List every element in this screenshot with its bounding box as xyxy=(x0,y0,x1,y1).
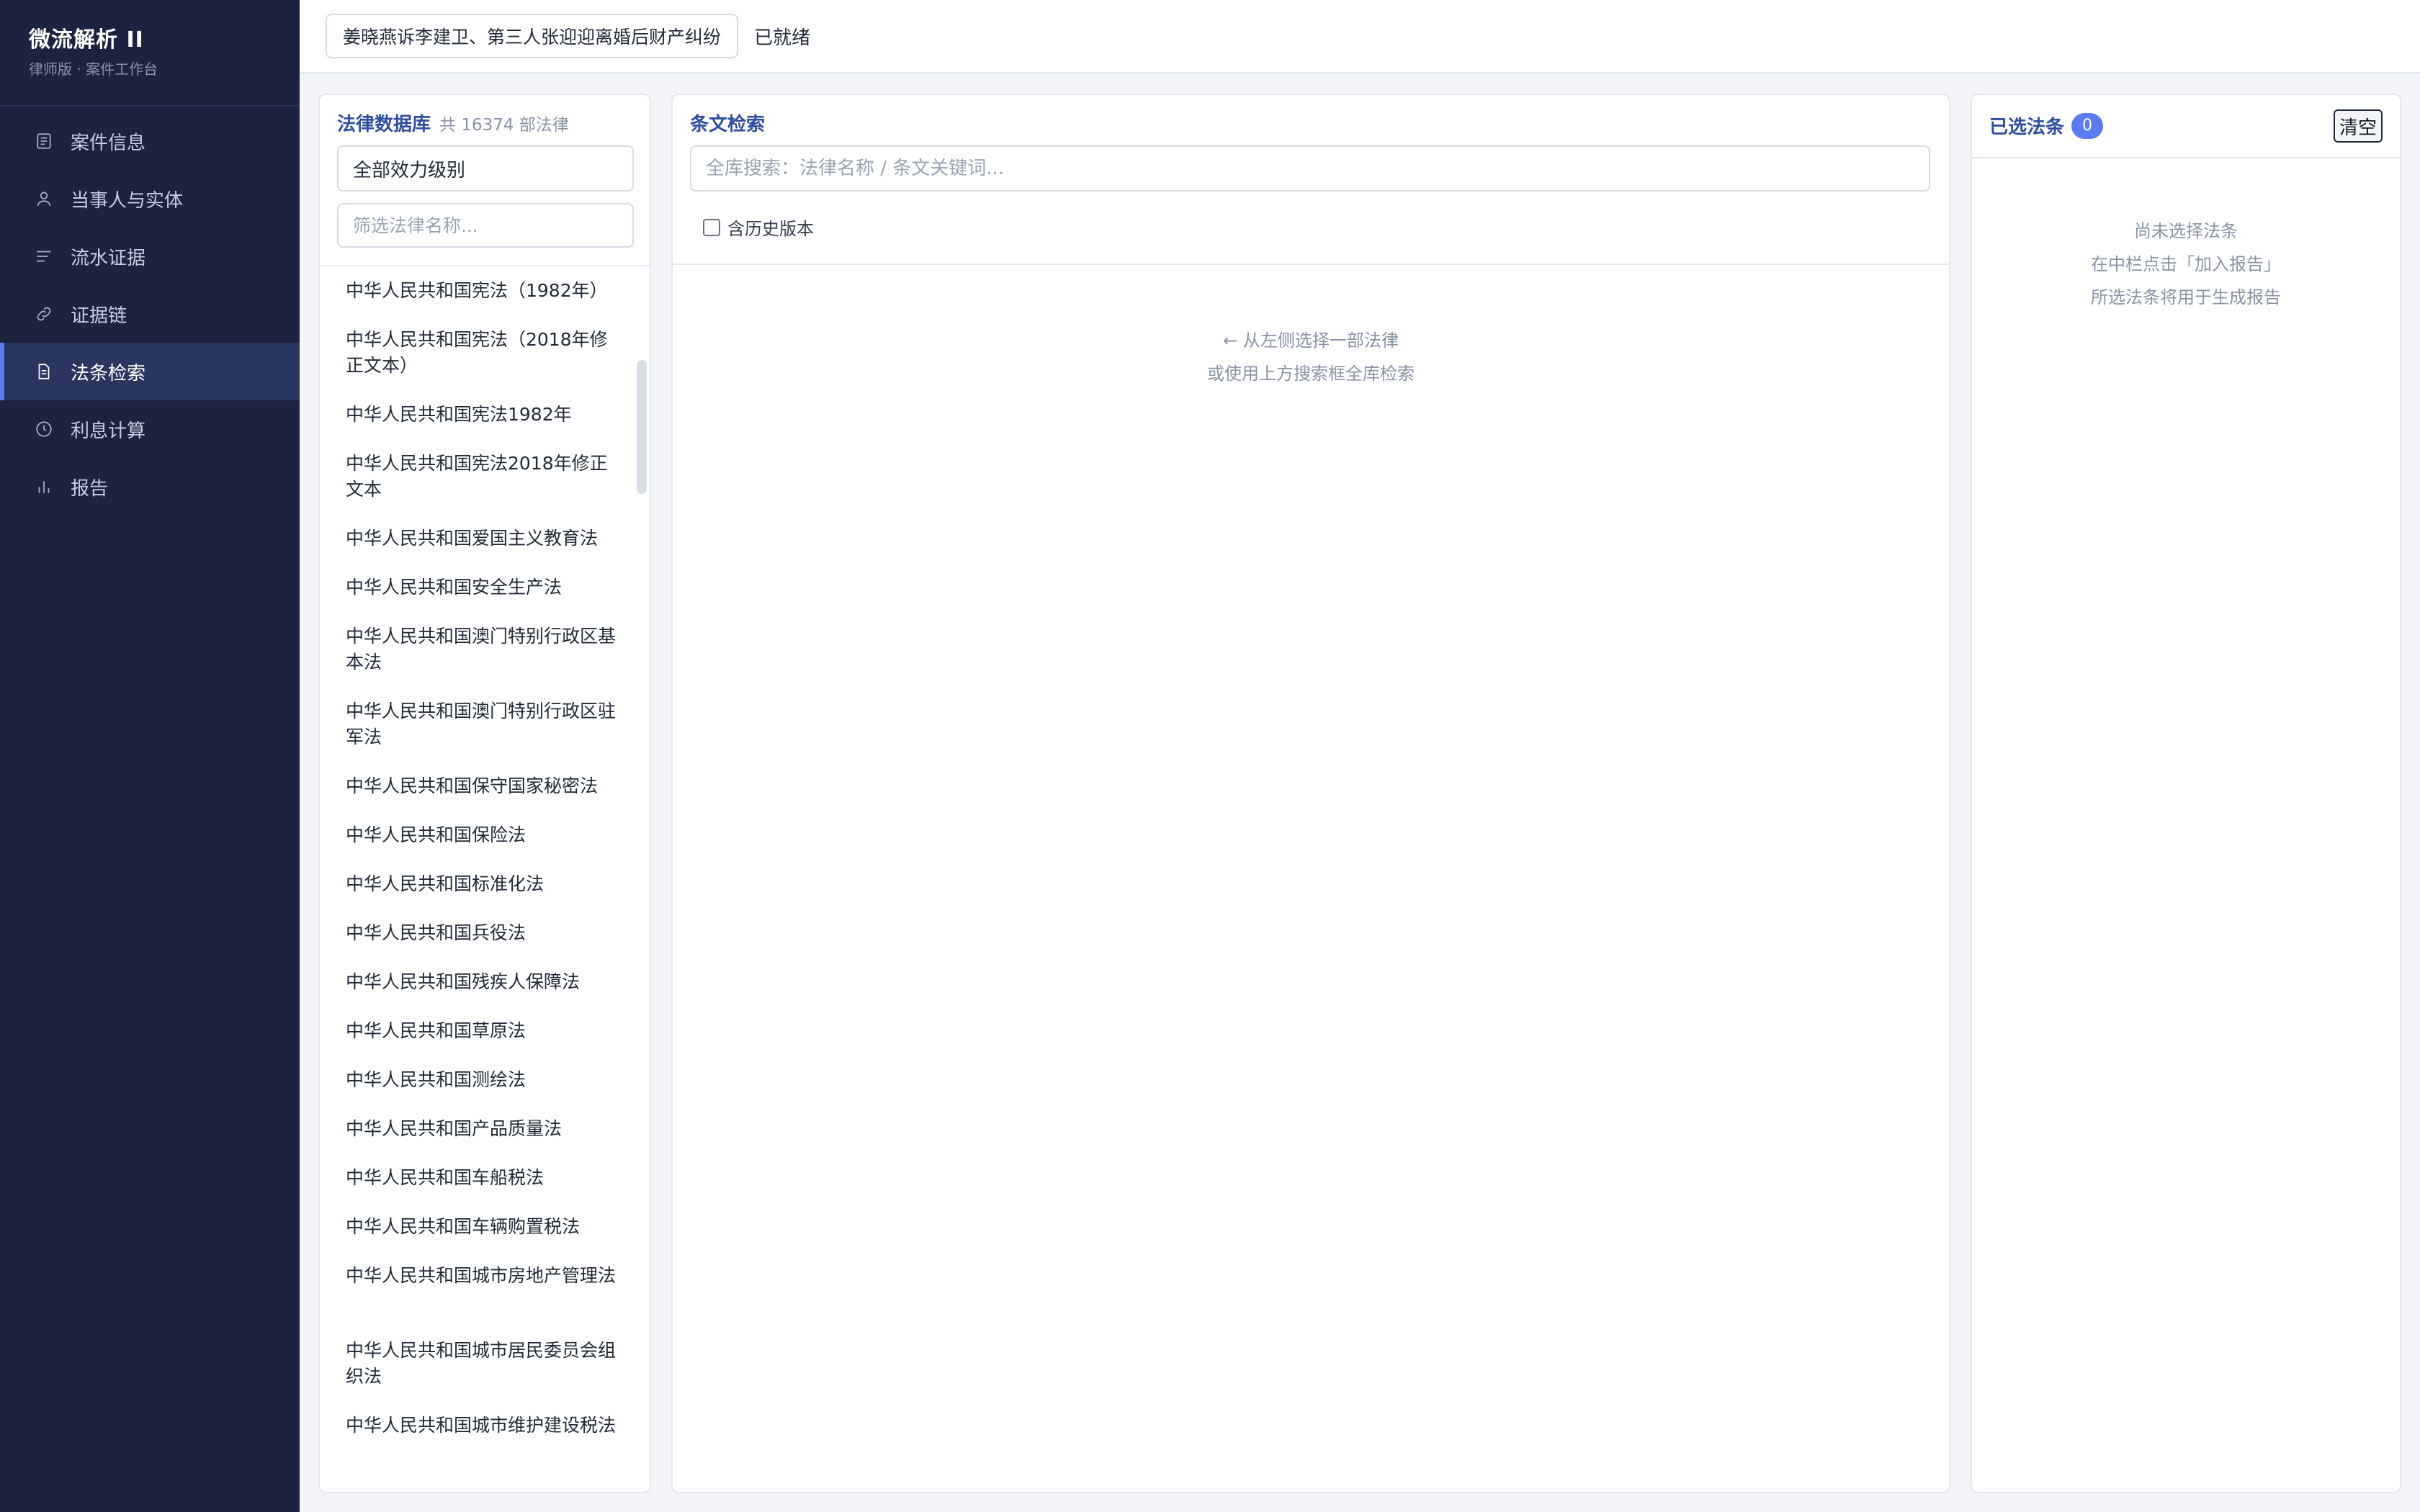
article-search-panel: 条文检索 含历史版本 ← 从左侧选择一部法律 或使用上方搜索框全库检索 xyxy=(671,94,1950,1493)
sidebar-item-parties[interactable]: 当事人与实体 xyxy=(0,170,300,228)
law-list-item[interactable]: 中华人民共和国澳门特别行政区驻军法 xyxy=(320,687,650,762)
document-icon xyxy=(35,132,53,150)
clock-icon xyxy=(35,420,53,438)
bar-chart-icon xyxy=(35,477,53,496)
sidebar-item-flow-evidence[interactable]: 流水证据 xyxy=(0,228,300,285)
law-database-header: 法律数据库 共 16374 部法律 xyxy=(337,109,569,136)
sidebar-item-label: 当事人与实体 xyxy=(71,189,184,212)
law-list-item[interactable]: 中华人民共和国残疾人保障法 xyxy=(320,958,650,1007)
law-database-title: 法律数据库 xyxy=(337,114,431,135)
sidebar-item-label: 法条检索 xyxy=(71,362,146,384)
sidebar-item-label: 流水证据 xyxy=(71,247,146,269)
law-list-item[interactable]: 中华人民共和国澳门特别行政区基本法 xyxy=(320,612,650,687)
law-database-panel: 法律数据库 共 16374 部法律 全部效力级别 中华人民共和国宪法（1982年… xyxy=(318,94,651,1493)
selected-title: 已选法条 xyxy=(1989,117,2065,138)
selected-count-badge: 0 xyxy=(2071,112,2104,139)
law-list-item[interactable]: 中华人民共和国城市居民委员会组织法 xyxy=(320,1326,650,1401)
effect-level-select[interactable]: 全部效力级别 xyxy=(337,145,634,192)
law-list-item[interactable]: 中华人民共和国爱国主义教育法 xyxy=(320,514,650,563)
law-list-item[interactable]: 中华人民共和国城市维护建设税法 xyxy=(320,1401,650,1476)
sidebar-item-law-search[interactable]: 法条检索 xyxy=(0,343,300,400)
status-text: 已就绪 xyxy=(754,27,811,49)
law-list-item[interactable]: 中华人民共和国车辆购置税法 xyxy=(320,1202,650,1251)
link-icon xyxy=(35,305,53,323)
list-icon xyxy=(35,247,53,266)
app-title: 微流解析 II xyxy=(29,27,144,53)
divider xyxy=(1972,157,2400,158)
sidebar-item-label: 证据链 xyxy=(71,305,127,327)
law-list-item[interactable]: 中华人民共和国标准化法 xyxy=(320,860,650,909)
global-search-input[interactable] xyxy=(690,145,1930,192)
empty-state: ← 从左侧选择一部法律 或使用上方搜索框全库检索 xyxy=(673,324,1949,390)
file-text-icon xyxy=(35,362,53,381)
law-list-item[interactable]: 中华人民共和国宪法（2018年修正文本） xyxy=(320,315,650,390)
clear-button[interactable]: 清空 xyxy=(2333,109,2383,143)
sidebar-item-label: 案件信息 xyxy=(71,132,146,154)
topbar: 姜晓燕诉李建卫、第三人张迎迎离婚后财产纠纷 已就绪 xyxy=(300,0,2420,73)
sidebar-item-label: 利息计算 xyxy=(71,420,146,442)
sidebar-item-case-info[interactable]: 案件信息 xyxy=(0,112,300,170)
divider xyxy=(673,264,1949,265)
empty-hint-line: 尚未选择法条 xyxy=(2134,221,2238,241)
brand: 微流解析 II 律师版 · 案件工作台 xyxy=(0,0,300,107)
law-list-item[interactable]: 中华人民共和国宪法1982年 xyxy=(320,390,650,439)
app-subtitle: 律师版 · 案件工作台 xyxy=(29,60,158,78)
case-selector[interactable]: 姜晓燕诉李建卫、第三人张迎迎离婚后财产纠纷 xyxy=(326,14,739,58)
sidebar-item-evidence-chain[interactable]: 证据链 xyxy=(0,285,300,343)
sidebar: 微流解析 II 律师版 · 案件工作台 案件信息 当事人与实体 流水证据 证据链… xyxy=(0,0,300,1512)
article-search-title: 条文检索 xyxy=(690,114,766,135)
history-checkbox[interactable] xyxy=(703,218,720,236)
law-list-item[interactable]: 中华人民共和国兵役法 xyxy=(320,909,650,958)
empty-hint-line: 在中栏点击「加入报告」 xyxy=(2091,254,2281,274)
selected-articles-panel: 已选法条 0 清空 尚未选择法条 在中栏点击「加入报告」 所选法条将用于生成报告 xyxy=(1971,94,2401,1493)
law-list-item[interactable]: 中华人民共和国城市房地产管理法 xyxy=(320,1251,650,1326)
sidebar-item-interest[interactable]: 利息计算 xyxy=(0,400,300,458)
law-list-item[interactable]: 中华人民共和国保险法 xyxy=(320,811,650,860)
law-list: 中华人民共和国宪法（1982年） 中华人民共和国宪法（2018年修正文本） 中华人民… xyxy=(320,266,650,1492)
law-list-item[interactable]: 中华人民共和国安全生产法 xyxy=(320,563,650,612)
law-list-item[interactable]: 中华人民共和国草原法 xyxy=(320,1007,650,1056)
sidebar-item-label: 报告 xyxy=(71,477,109,500)
history-label: 含历史版本 xyxy=(727,219,814,239)
law-list-item[interactable]: 中华人民共和国保守国家秘密法 xyxy=(320,762,650,811)
empty-state: 尚未选择法条 在中栏点击「加入报告」 所选法条将用于生成报告 xyxy=(1972,215,2400,314)
sidebar-nav: 案件信息 当事人与实体 流水证据 证据链 法条检索 利息计算 报告 xyxy=(0,107,300,516)
sidebar-item-report[interactable]: 报告 xyxy=(0,458,300,516)
empty-hint-line: 或使用上方搜索框全库检索 xyxy=(1207,364,1415,384)
law-filter-input[interactable] xyxy=(337,203,634,248)
article-search-header: 条文检索 xyxy=(690,109,765,136)
empty-hint-line: ← 从左侧选择一部法律 xyxy=(1223,330,1399,351)
user-icon xyxy=(35,189,53,208)
law-list-item[interactable]: 中华人民共和国产品质量法 xyxy=(320,1104,650,1153)
law-count: 共 16374 部法律 xyxy=(439,116,569,135)
empty-hint-line: 所选法条将用于生成报告 xyxy=(2091,287,2281,307)
history-version-toggle[interactable]: 含历史版本 xyxy=(703,215,814,240)
law-list-item[interactable]: 中华人民共和国车船税法 xyxy=(320,1153,650,1202)
selected-header: 已选法条 0 xyxy=(1989,112,2104,139)
law-list-item[interactable]: 中华人民共和国宪法2018年修正文本 xyxy=(320,439,650,514)
law-list-item[interactable]: 中华人民共和国宪法（1982年） xyxy=(320,266,650,315)
law-list-item[interactable]: 中华人民共和国测绘法 xyxy=(320,1056,650,1104)
scrollbar[interactable] xyxy=(637,360,647,494)
